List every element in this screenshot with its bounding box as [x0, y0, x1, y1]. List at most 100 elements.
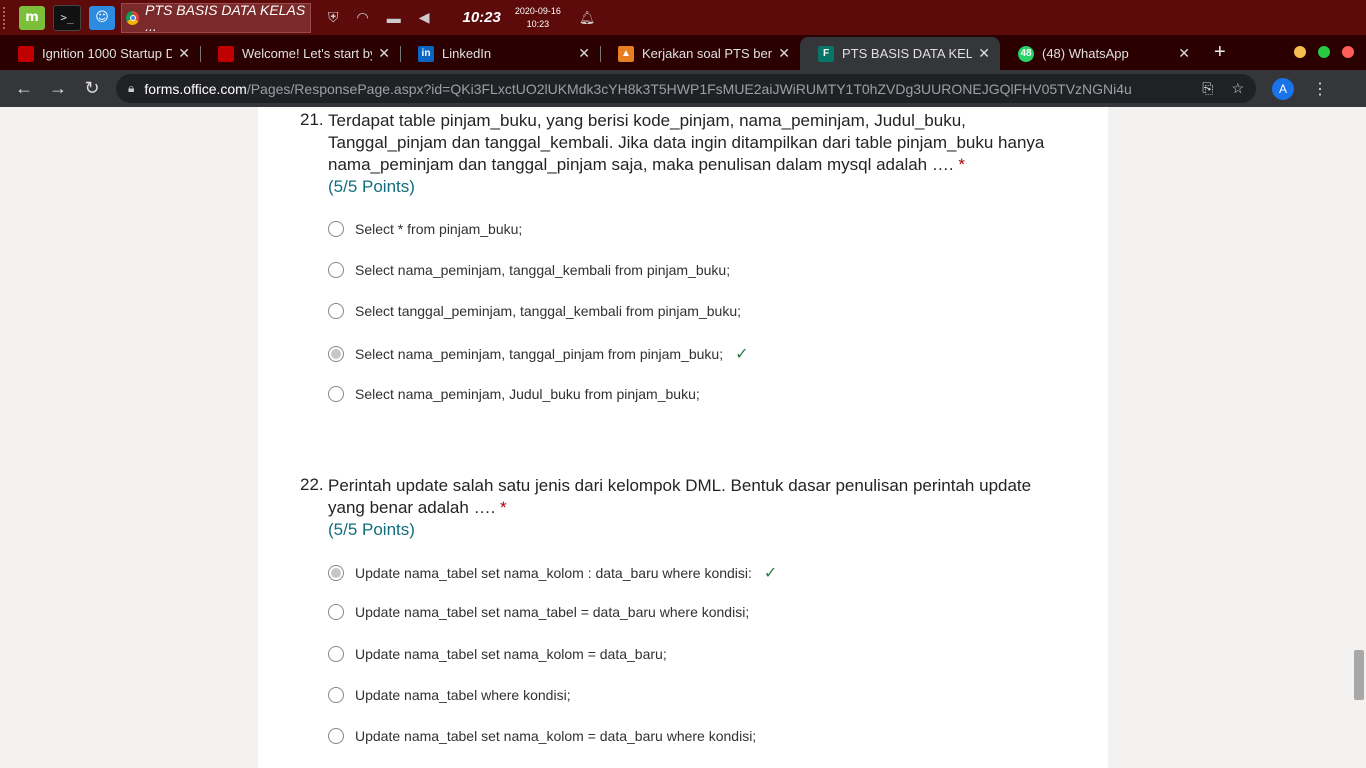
bookmark-star-icon[interactable]: ☆ — [1231, 80, 1244, 97]
question-text: Perintah update salah satu jenis dari ke… — [328, 475, 1060, 519]
option-label: Update nama_tabel set nama_kolom = data_… — [355, 646, 667, 662]
taskbar-chrome-window[interactable]: PTS BASIS DATA KELAS ... — [121, 1, 311, 34]
question-body: Perintah update salah satu jenis dari ke… — [328, 476, 1032, 517]
required-marker: * — [500, 498, 507, 517]
url-path: /Pages/ResponsePage.aspx?id=QKi3FLxctUO2… — [246, 80, 1132, 97]
option-label: Update nama_tabel where kondisi; — [355, 687, 571, 703]
tab-title: PTS BASIS DATA KELAS — [842, 46, 973, 61]
question-body: Terdapat table pinjam_buku, yang berisi … — [328, 111, 1045, 174]
forms-icon: F — [818, 45, 834, 62]
page-scrollbar[interactable] — [1354, 650, 1364, 700]
whatsapp-icon: 48 — [1018, 45, 1034, 62]
option-label: Select * from pinjam_buku; — [355, 221, 523, 237]
option-label: Select nama_peminjam, tanggal_pinjam fro… — [355, 346, 724, 362]
close-icon[interactable]: ✕ — [778, 45, 790, 62]
address-bar[interactable]: 🔒︎ forms.office.com /Pages/ResponsePage.… — [116, 74, 1256, 103]
back-arrow-icon[interactable]: ← — [14, 78, 34, 99]
tab-title: Kerjakan soal PTS beril — [642, 46, 773, 61]
question-text: Terdapat table pinjam_buku, yang berisi … — [328, 110, 1060, 176]
radio-button[interactable] — [328, 221, 344, 237]
volume-icon[interactable]: ◀ — [419, 9, 430, 26]
option-label: Select tanggal_peminjam, tanggal_kembali… — [355, 303, 741, 319]
chrome-icon — [126, 10, 140, 25]
form-card: 21. Terdapat table pinjam_buku, yang ber… — [258, 107, 1108, 768]
radio-button[interactable] — [328, 386, 344, 402]
kebab-menu-icon[interactable]: ⋮ — [1312, 79, 1328, 99]
ignition-favicon-icon — [218, 45, 234, 62]
translate-icon[interactable]: ⎘ — [1202, 80, 1213, 97]
option-label: Select nama_peminjam, Judul_buku from pi… — [355, 386, 700, 402]
option-21-a[interactable]: Select * from pinjam_buku; — [328, 221, 522, 237]
clock[interactable]: 10:23 — [463, 9, 501, 26]
tab-whatsapp[interactable]: 48 (48) WhatsApp ✕ — [1000, 37, 1200, 70]
option-22-c[interactable]: Update nama_tabel set nama_kolom = data_… — [328, 646, 667, 662]
radio-button[interactable] — [328, 262, 344, 278]
option-22-a[interactable]: Update nama_tabel set nama_kolom : data_… — [328, 563, 777, 583]
radio-button[interactable] — [328, 604, 344, 620]
option-22-b[interactable]: Update nama_tabel set nama_tabel = data_… — [328, 604, 749, 620]
window-controls — [1282, 46, 1354, 58]
option-label: Select nama_peminjam, tanggal_kembali fr… — [355, 262, 731, 278]
linkedin-icon: in — [418, 45, 434, 62]
profile-avatar[interactable]: A — [1272, 77, 1294, 100]
lock-icon[interactable]: 🔒︎ — [128, 81, 134, 96]
reload-icon[interactable]: ↻ — [82, 78, 102, 99]
shield-icon[interactable]: ⛨ — [328, 9, 339, 26]
option-label: Update nama_tabel set nama_kolom : data_… — [355, 565, 752, 581]
radio-button-selected[interactable] — [328, 346, 344, 362]
ignition-favicon-icon — [18, 45, 34, 62]
option-22-d[interactable]: Update nama_tabel where kondisi; — [328, 687, 571, 703]
tab-pts-basis-data[interactable]: F PTS BASIS DATA KELAS ✕ — [800, 37, 1000, 70]
option-label: Update nama_tabel set nama_kolom = data_… — [355, 728, 757, 744]
correct-check-icon: ✓ — [763, 565, 778, 582]
close-icon[interactable]: ✕ — [178, 45, 190, 62]
tab-kerjakan[interactable]: ▲ Kerjakan soal PTS beril ✕ — [600, 37, 800, 70]
maximize-button[interactable] — [1318, 46, 1330, 58]
page-viewport: 21. Terdapat table pinjam_buku, yang ber… — [0, 107, 1366, 768]
battery-icon[interactable]: ▬ — [387, 10, 401, 26]
forward-arrow-icon[interactable]: → — [48, 78, 68, 99]
tab-ignition[interactable]: Ignition 1000 Startup D ✕ — [0, 37, 200, 70]
option-label: Update nama_tabel set nama_tabel = data_… — [355, 604, 750, 620]
taskbar-grip — [3, 6, 11, 29]
tab-welcome[interactable]: Welcome! Let's start by ✕ — [200, 37, 400, 70]
date-display: 2020-09-16 10:23 — [515, 5, 561, 31]
close-window-button[interactable] — [1342, 46, 1354, 58]
required-marker: * — [958, 155, 965, 174]
radio-button-selected[interactable] — [328, 565, 344, 581]
question-points: (5/5 Points) — [328, 177, 415, 196]
notification-bell-icon[interactable]: 🔔︎ — [579, 10, 596, 26]
file-manager-icon[interactable]: ☺ — [89, 5, 115, 30]
option-22-e[interactable]: Update nama_tabel set nama_kolom = data_… — [328, 728, 756, 744]
mint-menu-icon[interactable]: m — [19, 5, 45, 30]
close-icon[interactable]: ✕ — [1178, 45, 1190, 62]
tab-linkedin[interactable]: in LinkedIn ✕ — [400, 37, 600, 70]
question-number: 22. — [300, 475, 324, 494]
minimize-button[interactable] — [1294, 46, 1306, 58]
option-21-c[interactable]: Select tanggal_peminjam, tanggal_kembali… — [328, 303, 741, 319]
option-21-d[interactable]: Select nama_peminjam, tanggal_pinjam fro… — [328, 344, 749, 364]
new-tab-button[interactable]: + — [1214, 41, 1226, 64]
close-icon[interactable]: ✕ — [978, 45, 990, 62]
close-icon[interactable]: ✕ — [578, 45, 590, 62]
option-21-b[interactable]: Select nama_peminjam, tanggal_kembali fr… — [328, 262, 730, 278]
terminal-icon[interactable]: >_ — [53, 4, 81, 31]
taskbar-window-title: PTS BASIS DATA KELAS ... — [145, 1, 306, 34]
tab-title: Ignition 1000 Startup D — [42, 46, 173, 61]
tab-title: (48) WhatsApp — [1042, 46, 1129, 61]
question-22: 22. Perintah update salah satu jenis dar… — [300, 475, 1060, 541]
radio-button[interactable] — [328, 646, 344, 662]
radio-button[interactable] — [328, 303, 344, 319]
radio-button[interactable] — [328, 687, 344, 703]
question-number: 21. — [300, 110, 324, 129]
option-21-e[interactable]: Select nama_peminjam, Judul_buku from pi… — [328, 386, 700, 402]
url-host: forms.office.com — [144, 80, 247, 97]
close-icon[interactable]: ✕ — [378, 45, 390, 62]
radio-button[interactable] — [328, 728, 344, 744]
date-text: 2020-09-16 — [514, 5, 561, 16]
question-21: 21. Terdapat table pinjam_buku, yang ber… — [300, 110, 1060, 198]
browser-toolbar: ← → ↻ 🔒︎ forms.office.com /Pages/Respons… — [0, 70, 1366, 107]
wifi-icon[interactable]: ◠ — [357, 9, 369, 26]
question-points: (5/5 Points) — [328, 520, 415, 539]
browser-tabstrip: Ignition 1000 Startup D ✕ Welcome! Let's… — [0, 35, 1366, 70]
